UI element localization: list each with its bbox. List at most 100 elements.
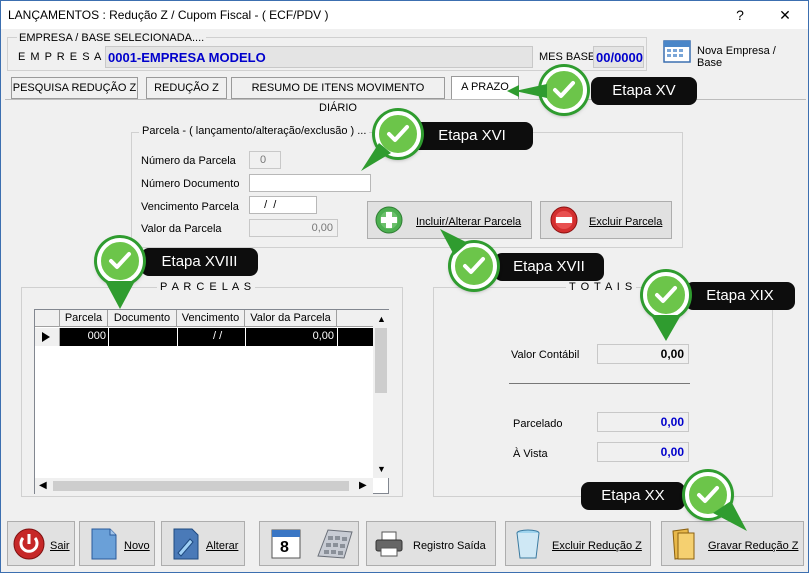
parcelas-group-title: P A R C E L A S bbox=[157, 281, 256, 293]
gravar-reducao-label: Gravar Redução Z bbox=[708, 540, 799, 552]
tab-reducao-z[interactable]: REDUÇÃO Z bbox=[146, 77, 227, 99]
arrow-icon bbox=[507, 84, 547, 98]
minus-icon bbox=[550, 206, 578, 234]
valor-parcela-field[interactable]: 0,00 bbox=[249, 219, 338, 237]
mes-base-field: 00/0000 bbox=[593, 46, 644, 68]
check-icon bbox=[541, 67, 587, 113]
parcelado-value: 0,00 bbox=[660, 415, 684, 429]
numero-documento-input[interactable] bbox=[249, 174, 371, 192]
recycle-bin-icon bbox=[514, 527, 542, 564]
excluir-reducao-label: Excluir Redução Z bbox=[552, 540, 642, 552]
excluir-parcela-label: Excluir Parcela bbox=[589, 216, 663, 228]
tab-pesquisa-reducao-z[interactable]: PESQUISA REDUÇÃO Z bbox=[11, 77, 138, 99]
cell-divider bbox=[337, 328, 338, 346]
main-window: LANÇAMENTOS : Redução Z / Cupom Fiscal -… bbox=[0, 0, 809, 573]
parcelado-label: Parcelado bbox=[513, 418, 563, 430]
totais-group-title: T O T A I S bbox=[566, 281, 637, 293]
excluir-reducao-button[interactable]: Excluir Redução Z bbox=[505, 521, 651, 566]
utilities-button-group: 8 bbox=[259, 521, 359, 566]
parcela-form-title: Parcela - ( lançamento/alteração/exclusã… bbox=[139, 125, 370, 137]
alterar-label: Alterar bbox=[206, 540, 239, 552]
a-vista-label: À Vista bbox=[513, 448, 548, 460]
calculator-icon bbox=[317, 529, 353, 559]
calculator-button[interactable] bbox=[314, 526, 354, 562]
valor-contabil-label: Valor Contábil bbox=[511, 349, 580, 361]
empresa-value: 0001-EMPRESA MODELO bbox=[108, 50, 266, 65]
parcelado-field: 0,00 bbox=[597, 412, 689, 432]
arrow-icon bbox=[361, 143, 391, 171]
arrow-icon bbox=[651, 315, 681, 341]
calendar-icon bbox=[661, 38, 693, 64]
scroll-down-icon[interactable]: ▼ bbox=[377, 464, 386, 474]
grid-col-valor[interactable]: Valor da Parcela bbox=[245, 310, 337, 327]
excluir-parcela-button[interactable]: Excluir Parcela bbox=[540, 201, 672, 239]
row-indicator bbox=[35, 328, 60, 346]
valor-contabil-value: 0,00 bbox=[660, 347, 684, 361]
table-row[interactable]: 000 / / 0,00 bbox=[35, 328, 375, 346]
grid-col-parcela[interactable]: Parcela bbox=[60, 310, 108, 327]
vencimento-input[interactable]: / / bbox=[249, 196, 317, 214]
grid-header: Parcela Documento Vencimento Valor da Pa… bbox=[35, 310, 375, 327]
tab-resumo-itens[interactable]: RESUMO DE ITENS MOVIMENTO DIÁRIO bbox=[231, 77, 445, 114]
callout-etapa-xvi: Etapa XVI bbox=[411, 122, 533, 150]
hscrollbar-thumb[interactable] bbox=[53, 481, 349, 491]
callout-etapa-xix: Etapa XIX bbox=[685, 282, 795, 310]
numero-parcela-value: 0 bbox=[260, 154, 267, 166]
numero-documento-label: Número Documento bbox=[141, 178, 240, 190]
totais-divider bbox=[509, 383, 690, 384]
callout-etapa-xx: Etapa XX bbox=[581, 482, 685, 510]
registro-saida-label: Registro Saída bbox=[413, 540, 486, 552]
scrollbar-thumb[interactable] bbox=[375, 328, 387, 393]
totais-group bbox=[433, 287, 773, 497]
power-icon bbox=[13, 528, 45, 563]
window-title: LANÇAMENTOS : Redução Z / Cupom Fiscal -… bbox=[8, 8, 329, 22]
cell-divider bbox=[108, 328, 109, 346]
vencimento-label: Vencimento Parcela bbox=[141, 201, 239, 213]
scroll-left-icon[interactable]: ◀ bbox=[39, 480, 47, 491]
empresa-label: E M P R E S A bbox=[18, 51, 103, 63]
valor-parcela-label: Valor da Parcela bbox=[141, 223, 222, 235]
callout-etapa-xvii: Etapa XVII bbox=[494, 253, 604, 281]
vencimento-value: / / bbox=[258, 199, 277, 211]
mes-base-value: 00/0000 bbox=[596, 50, 643, 65]
selected-row-cells: 000 / / 0,00 bbox=[60, 328, 375, 346]
arrow-icon bbox=[105, 281, 135, 309]
close-button[interactable]: ✕ bbox=[774, 5, 796, 25]
cell-vencimento: / / bbox=[210, 330, 223, 342]
edit-document-icon bbox=[170, 527, 200, 564]
cell-divider bbox=[177, 328, 178, 346]
vertical-scrollbar[interactable]: ▲ ▼ bbox=[373, 310, 389, 478]
horizontal-scrollbar[interactable]: ◀ ▶ bbox=[35, 478, 373, 494]
grid-col-documento[interactable]: Documento bbox=[108, 310, 177, 327]
scroll-right-icon[interactable]: ▶ bbox=[359, 480, 367, 491]
callout-etapa-xv: Etapa XV bbox=[591, 77, 697, 105]
mes-base-label: MES BASE bbox=[539, 51, 596, 63]
nova-empresa-label: Nova Empresa / Base bbox=[697, 45, 776, 69]
grid-col-vencimento[interactable]: Vencimento bbox=[177, 310, 245, 327]
numero-parcela-label: Número da Parcela bbox=[141, 155, 236, 167]
numero-parcela-field: 0 bbox=[249, 151, 281, 169]
valor-contabil-field: 0,00 bbox=[597, 344, 689, 364]
nova-empresa-button[interactable]: Nova Empresa / Base bbox=[661, 38, 801, 69]
novo-label: Novo bbox=[124, 540, 150, 552]
empresa-group-title: EMPRESA / BASE SELECIONADA.... bbox=[17, 32, 207, 44]
sair-button[interactable]: Sair bbox=[7, 521, 75, 566]
title-bar: LANÇAMENTOS : Redução Z / Cupom Fiscal -… bbox=[1, 1, 808, 29]
novo-button[interactable]: Novo bbox=[79, 521, 155, 566]
check-icon bbox=[97, 238, 143, 284]
scroll-up-icon[interactable]: ▲ bbox=[377, 314, 386, 324]
arrow-icon bbox=[440, 229, 468, 255]
cell-valor: 0,00 bbox=[312, 330, 334, 342]
calendar-button[interactable]: 8 bbox=[268, 526, 304, 562]
incluir-parcela-label: Incluir/Alterar Parcela bbox=[416, 216, 522, 228]
sair-label: Sair bbox=[50, 540, 70, 552]
valor-parcela-value: 0,00 bbox=[311, 222, 333, 234]
help-button[interactable]: ? bbox=[729, 5, 751, 25]
a-vista-value: 0,00 bbox=[660, 445, 684, 459]
registro-saida-button[interactable]: Registro Saída bbox=[366, 521, 496, 566]
parcelas-grid[interactable]: Parcela Documento Vencimento Valor da Pa… bbox=[34, 309, 389, 494]
alterar-button[interactable]: Alterar bbox=[161, 521, 245, 566]
a-vista-field: 0,00 bbox=[597, 442, 689, 462]
save-folder-icon bbox=[670, 527, 698, 564]
arrow-icon bbox=[713, 501, 747, 531]
